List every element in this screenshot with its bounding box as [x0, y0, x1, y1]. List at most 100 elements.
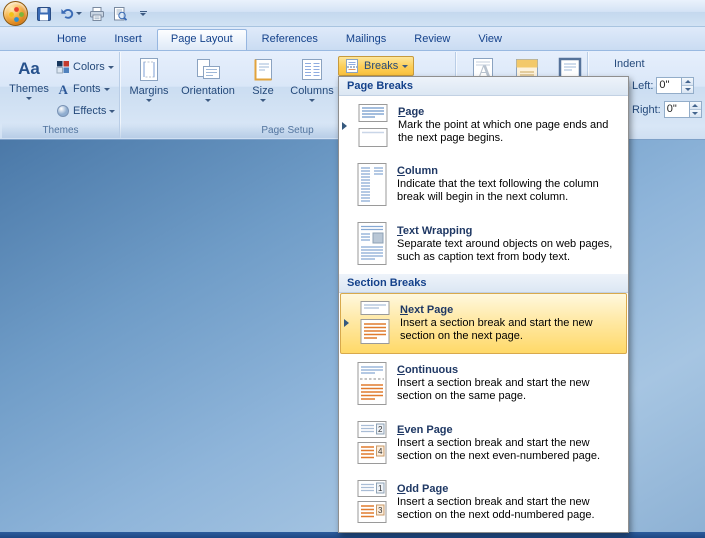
menu-item-continuous[interactable]: Continuous Insert a section break and st…: [339, 354, 628, 413]
indent-left-spinner[interactable]: 0": [656, 77, 694, 94]
customize-qat-button[interactable]: [133, 4, 153, 24]
menu-item-description: Insert a section break and start the new…: [400, 317, 618, 343]
svg-text:A: A: [59, 82, 69, 96]
indent-right-spinner[interactable]: 0": [664, 101, 702, 118]
item-marker-icon: [342, 122, 347, 130]
menu-item-title: Odd Page: [397, 483, 620, 495]
menu-item-description: Insert a section break and start the new…: [397, 496, 620, 522]
margins-icon: [136, 57, 162, 83]
print-preview-icon: [112, 6, 128, 22]
menu-section-header: Section Breaks: [339, 274, 628, 293]
chevron-down-icon: [26, 97, 32, 100]
breaks-button[interactable]: Breaks: [338, 56, 414, 76]
size-icon: [250, 57, 276, 83]
breaks-button-label: Breaks: [364, 60, 398, 72]
menu-item-title: Page: [398, 106, 620, 118]
theme-colors-button[interactable]: Colors: [56, 58, 118, 76]
svg-text:1: 1: [378, 484, 383, 493]
customize-qat-icon: [136, 11, 150, 16]
spinner-up-icon: [685, 80, 691, 83]
themes-group: Aa Themes Colors A Fonts: [2, 52, 120, 138]
spinner-down-button[interactable]: [690, 109, 701, 117]
save-icon: [36, 6, 52, 22]
menu-item-next-page[interactable]: Next Page Insert a section break and sta…: [340, 293, 627, 354]
indent-right-row: Right: 0": [632, 101, 705, 118]
spinner-down-button[interactable]: [682, 85, 693, 93]
ribbon-tab-bar: Home Insert Page Layout References Maili…: [0, 27, 705, 50]
print-preview-button[interactable]: [110, 4, 130, 24]
chevron-down-icon: [109, 110, 115, 113]
orientation-icon: [195, 57, 221, 83]
undo-icon: [60, 6, 75, 21]
chevron-down-icon: [260, 99, 266, 102]
theme-colors-label: Colors: [73, 61, 105, 73]
spinner-up-button[interactable]: [690, 102, 701, 109]
menu-item-even-page[interactable]: 2 4 Even Page Insert a section break and…: [339, 413, 628, 472]
menu-section-header: Page Breaks: [339, 77, 628, 96]
spinner-up-button[interactable]: [682, 78, 693, 85]
next-page-break-icon: [356, 300, 394, 346]
columns-icon: [299, 57, 325, 83]
word-window: { "titlebar": { "icons": ["office-button…: [0, 0, 705, 538]
svg-text:4: 4: [378, 447, 383, 456]
themes-button[interactable]: Aa Themes: [6, 54, 52, 100]
theme-fonts-icon: A: [56, 82, 70, 96]
chevron-down-icon: [205, 99, 211, 102]
tab-view[interactable]: View: [465, 30, 515, 50]
indent-left-row: Left: 0": [632, 77, 705, 94]
menu-item-title: Text Wrapping: [397, 225, 620, 237]
undo-dropdown-icon: [76, 12, 82, 15]
tab-home[interactable]: Home: [44, 30, 99, 50]
chevron-down-icon: [402, 65, 408, 68]
menu-item-odd-page[interactable]: 1 3 Odd Page Insert a section break and …: [339, 473, 628, 532]
theme-fonts-button[interactable]: A Fonts: [56, 80, 118, 98]
size-label: Size: [252, 85, 273, 97]
tab-mailings[interactable]: Mailings: [333, 30, 399, 50]
undo-button[interactable]: [57, 4, 84, 24]
item-marker-icon: [344, 319, 349, 327]
theme-fonts-label: Fonts: [73, 83, 101, 95]
themes-button-label: Themes: [9, 83, 49, 95]
theme-effects-icon: [56, 104, 70, 118]
quick-print-icon: [89, 6, 105, 22]
theme-effects-button[interactable]: Effects: [56, 102, 118, 120]
office-flower-icon: [8, 6, 25, 23]
themes-group-label: Themes: [2, 123, 119, 138]
svg-text:2: 2: [378, 425, 383, 434]
size-button[interactable]: Size: [244, 54, 282, 102]
tab-references[interactable]: References: [249, 30, 331, 50]
menu-item-title: Column: [397, 165, 620, 177]
title-bar: [0, 0, 705, 27]
save-button[interactable]: [34, 4, 54, 24]
breaks-menu: Page Breaks Page Mark the point at which…: [338, 76, 629, 533]
menu-item-title: Even Page: [397, 424, 620, 436]
indent-right-value[interactable]: 0": [665, 102, 689, 117]
menu-item-title: Next Page: [400, 304, 618, 316]
menu-item-description: Insert a section break and start the new…: [397, 437, 620, 463]
tab-review[interactable]: Review: [401, 30, 463, 50]
svg-text:3: 3: [378, 506, 383, 515]
breaks-icon: [344, 58, 360, 74]
indent-left-value[interactable]: 0": [657, 78, 681, 93]
page-break-icon: [354, 103, 392, 149]
menu-item-column[interactable]: Column Indicate that the text following …: [339, 155, 628, 214]
themes-aa-icon: Aa: [18, 57, 40, 81]
columns-button[interactable]: Columns: [286, 54, 338, 102]
theme-effects-label: Effects: [73, 105, 106, 117]
margins-button[interactable]: Margins: [126, 54, 172, 102]
tab-page-layout[interactable]: Page Layout: [157, 29, 247, 50]
menu-item-description: Mark the point at which one page ends an…: [398, 119, 620, 145]
chevron-down-icon: [108, 66, 114, 69]
quick-print-button[interactable]: [87, 4, 107, 24]
menu-item-text-wrapping[interactable]: Text Wrapping Separate text around objec…: [339, 215, 628, 274]
menu-item-description: Separate text around objects on web page…: [397, 238, 620, 264]
office-button[interactable]: [3, 1, 28, 26]
menu-item-page[interactable]: Page Mark the point at which one page en…: [339, 96, 628, 155]
column-break-icon: [353, 162, 391, 208]
tab-insert[interactable]: Insert: [101, 30, 155, 50]
continuous-break-icon: [353, 361, 391, 407]
text-wrapping-break-icon: [353, 221, 391, 267]
menu-item-description: Indicate that the text following the col…: [397, 178, 620, 204]
orientation-button[interactable]: Orientation: [176, 54, 240, 102]
spinner-down-icon: [685, 88, 691, 91]
